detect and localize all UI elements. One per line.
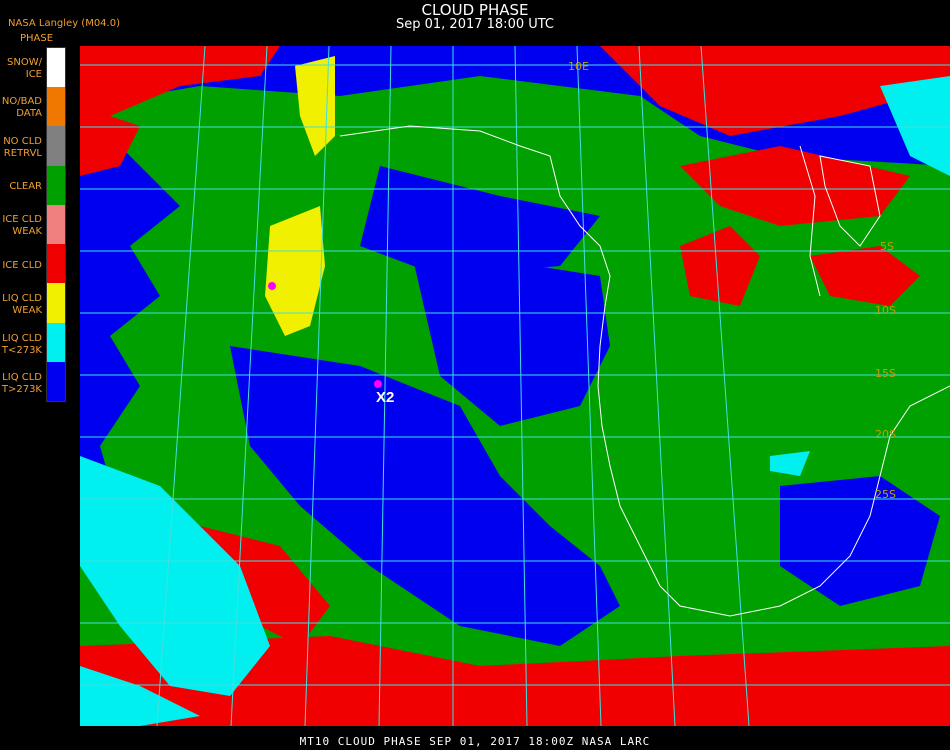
map-title: CLOUD PHASE	[421, 1, 529, 19]
legend-swatch	[47, 283, 65, 323]
legend-swatch	[47, 204, 65, 245]
legend-label-liq-weak: LIQ CLD WEAK	[2, 293, 42, 316]
lat-label-10s: 10S	[875, 304, 896, 317]
legend-swatch	[47, 165, 65, 205]
lat-label-15s: 15S	[875, 367, 896, 380]
legend-label-no-cloud-retrieval: NO CLD RETRVL	[3, 136, 42, 159]
lat-label-5s: 5S	[880, 240, 894, 253]
legend-swatch	[47, 48, 65, 88]
legend-title: PHASE	[20, 33, 54, 44]
map-datetime: Sep 01, 2017 18:00 UTC	[395, 17, 555, 32]
legend-label-ice-weak: ICE CLD WEAK	[2, 214, 42, 237]
cloud-phase-map[interactable]: X2 10E 5S 10S 15S 20S 25S	[80, 46, 950, 726]
legend-label-no-bad-data: NO/BAD DATA	[1, 96, 42, 119]
legend-label-liq-warm: LIQ CLD T>273K	[1, 372, 42, 395]
legend-label-snow-ice: SNOW/ ICE	[7, 57, 42, 80]
legend-swatch	[47, 126, 65, 166]
legend-swatch	[47, 361, 65, 401]
footer-caption: MT10 CLOUD PHASE SEP 01, 2017 18:00Z NAS…	[299, 735, 651, 748]
legend-swatch	[47, 244, 65, 284]
lon-label-10e: 10E	[568, 60, 589, 73]
lat-label-20s: 20S	[875, 428, 896, 441]
legend-label-clear: CLEAR	[9, 181, 42, 192]
legend-color-bar	[46, 47, 66, 402]
lat-label-25s: 25S	[875, 488, 896, 501]
site-marker-secondary[interactable]	[268, 282, 276, 290]
legend-swatch	[47, 322, 65, 362]
legend-label-liq-cold: LIQ CLD T<273K	[1, 333, 42, 356]
site-marker[interactable]	[374, 380, 382, 388]
legend-swatch	[47, 87, 65, 127]
site-marker-label: X2	[376, 389, 394, 406]
legend-label-ice: ICE CLD	[2, 260, 42, 271]
